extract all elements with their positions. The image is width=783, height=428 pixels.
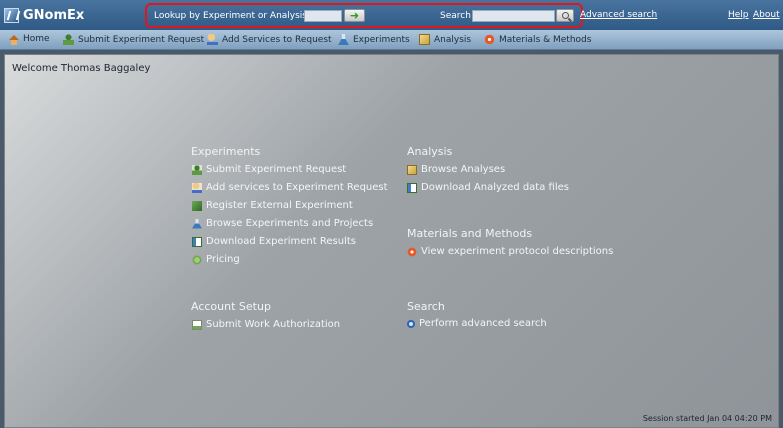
nav-item-label: Home (23, 34, 50, 44)
pricing-icon (192, 254, 202, 265)
search-icon (407, 319, 415, 328)
nav-item-home[interactable]: Home (9, 34, 50, 45)
register-icon (192, 200, 202, 211)
nav-item-label: Experiments (353, 34, 410, 45)
link-label: Submit Experiment Request (206, 164, 347, 175)
app-logo[interactable]: GNomEx (4, 6, 84, 24)
link-label: Register External Experiment (206, 200, 353, 211)
welcome-message: Welcome Thomas Baggaley (12, 63, 151, 74)
main-nav-bar: Home Submit Experiment Request Add Servi… (0, 30, 783, 50)
person-icon (192, 164, 202, 175)
link-label: Add services to Experiment Request (206, 182, 388, 193)
pricing-link[interactable]: Pricing (192, 254, 240, 265)
lookup-go-button[interactable]: ➜ (344, 9, 365, 22)
download-analyzed-files-link[interactable]: Download Analyzed data files (407, 182, 569, 193)
link-label: Perform advanced search (419, 318, 547, 329)
link-label: Pricing (206, 254, 240, 265)
link-label: Browse Analyses (421, 164, 506, 175)
hand-icon (192, 182, 202, 193)
link-label: View experiment protocol descriptions (421, 246, 614, 257)
register-external-experiment-link[interactable]: Register External Experiment (192, 200, 353, 211)
add-services-link[interactable]: Add services to Experiment Request (192, 182, 388, 193)
gnomex-logo-icon (4, 7, 19, 23)
submit-work-authorization-link[interactable]: Submit Work Authorization (192, 319, 340, 330)
view-protocol-descriptions-link[interactable]: View experiment protocol descriptions (407, 246, 613, 257)
search-heading: Search (407, 300, 445, 313)
browse-experiments-link[interactable]: Browse Experiments and Projects (192, 218, 373, 229)
authorization-icon (192, 319, 202, 330)
home-icon (9, 34, 19, 45)
download-icon (407, 182, 417, 193)
main-panel: Welcome Thomas Baggaley Experiments Subm… (4, 54, 779, 428)
nav-item-add-services[interactable]: Add Services to Request (207, 34, 332, 45)
search-input[interactable] (472, 10, 555, 22)
perform-advanced-search-link[interactable]: Perform advanced search (407, 318, 547, 329)
analysis-heading: Analysis (407, 145, 453, 158)
nav-item-label: Materials & Methods (499, 34, 592, 45)
link-label: Download Experiment Results (206, 236, 356, 247)
nav-item-label: Analysis (434, 34, 472, 45)
chart-icon (419, 34, 430, 45)
about-link[interactable]: About (753, 10, 780, 20)
browse-analyses-link[interactable]: Browse Analyses (407, 164, 505, 175)
nav-item-submit-experiment-request[interactable]: Submit Experiment Request (63, 34, 204, 45)
advanced-search-link[interactable]: Advanced search (580, 10, 657, 20)
top-header-bar: GNomEx Lookup by Experiment or Analysis … (0, 0, 783, 30)
lookup-input[interactable] (304, 10, 342, 22)
hand-icon (207, 34, 218, 45)
flask-icon (338, 34, 349, 45)
gear-icon (484, 34, 495, 45)
download-icon (192, 236, 202, 247)
search-button[interactable] (556, 9, 574, 22)
link-label: Submit Work Authorization (206, 319, 341, 330)
help-link[interactable]: Help (728, 10, 749, 20)
nav-item-label: Submit Experiment Request (78, 34, 205, 45)
link-label: Download Analyzed data files (421, 182, 569, 193)
person-icon (63, 34, 74, 45)
search-label: Search (440, 11, 471, 21)
download-experiment-results-link[interactable]: Download Experiment Results (192, 236, 356, 247)
gear-icon (407, 246, 417, 257)
link-label: Browse Experiments and Projects (206, 218, 374, 229)
account-setup-heading: Account Setup (191, 300, 271, 313)
flask-icon (192, 218, 202, 229)
nav-item-materials-methods[interactable]: Materials & Methods (484, 34, 591, 45)
materials-methods-heading: Materials and Methods (407, 227, 533, 240)
experiments-heading: Experiments (191, 145, 261, 158)
nav-item-analysis[interactable]: Analysis (419, 34, 471, 45)
submit-experiment-request-link[interactable]: Submit Experiment Request (192, 164, 346, 175)
nav-item-experiments[interactable]: Experiments (338, 34, 410, 45)
chart-icon (407, 164, 417, 175)
app-title: GNomEx (23, 7, 85, 23)
session-status: Session started Jan 04 04:20 PM (642, 414, 772, 423)
search-icon (561, 12, 569, 19)
lookup-label: Lookup by Experiment or Analysis # (154, 11, 318, 21)
nav-item-label: Add Services to Request (222, 34, 332, 45)
arrow-right-icon: ➜ (349, 9, 360, 22)
